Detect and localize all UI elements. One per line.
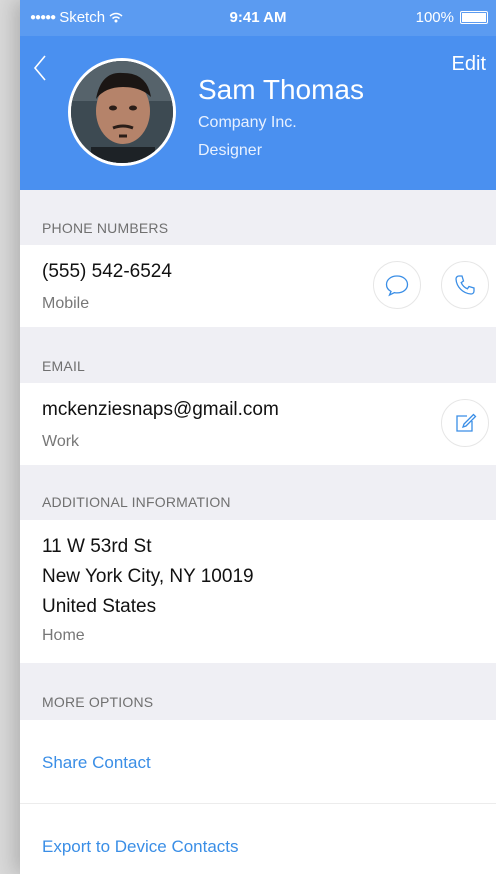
email-cell[interactable]: mckenziesnaps@gmail.com Work <box>20 383 496 465</box>
avatar <box>68 58 176 166</box>
contact-company: Company Inc. <box>198 114 297 131</box>
edit-button[interactable]: Edit <box>452 53 486 76</box>
chevron-left-icon <box>33 55 46 81</box>
address-cell[interactable]: 11 W 53rd St New York City, NY 10019 Uni… <box>20 520 496 663</box>
status-right: 100% <box>416 9 488 26</box>
address-type: Home <box>42 627 85 644</box>
contact-header: ●●●●● Sketch 9:41 AM 100% Edit Sam Thoma… <box>20 0 496 190</box>
phone-type: Mobile <box>42 295 90 312</box>
phone-number: (555) 542-6524 <box>42 261 172 282</box>
speech-bubble-icon <box>385 275 409 297</box>
call-button[interactable] <box>441 261 489 309</box>
back-button[interactable] <box>30 54 52 82</box>
section-header-more: MORE OPTIONS <box>42 694 154 710</box>
avatar-photo <box>71 61 173 163</box>
phone-cell[interactable]: (555) 542-6524 Mobile <box>20 245 496 327</box>
section-header-phone: PHONE NUMBERS <box>42 220 169 236</box>
contact-name: Sam Thomas <box>198 74 364 105</box>
export-contacts-link[interactable]: Export to Device Contacts <box>42 837 239 857</box>
message-button[interactable] <box>373 261 421 309</box>
email-type: Work <box>42 433 80 450</box>
section-header-email: EMAIL <box>42 358 86 374</box>
compose-icon <box>456 413 477 432</box>
battery-percent: 100% <box>415 9 454 26</box>
section-header-additional: ADDITIONAL INFORMATION <box>42 494 231 510</box>
address-line-2: New York City, NY 10019 <box>42 566 254 587</box>
email-address: mckenziesnaps@gmail.com <box>42 399 279 420</box>
more-options-list: Share Contact Export to Device Contacts <box>20 720 496 874</box>
status-bar: ●●●●● Sketch 9:41 AM 100% <box>20 0 496 36</box>
phone-icon <box>455 275 475 295</box>
share-contact-link[interactable]: Share Contact <box>42 753 151 773</box>
address-line-3: United States <box>42 596 157 617</box>
battery-icon <box>460 11 488 24</box>
divider <box>20 803 496 804</box>
contact-detail-screen: ●●●●● Sketch 9:41 AM 100% Edit Sam Thoma… <box>20 0 496 874</box>
contact-role: Designer <box>198 142 263 159</box>
compose-email-button[interactable] <box>441 399 489 447</box>
address-line-1: 11 W 53rd St <box>42 536 152 557</box>
